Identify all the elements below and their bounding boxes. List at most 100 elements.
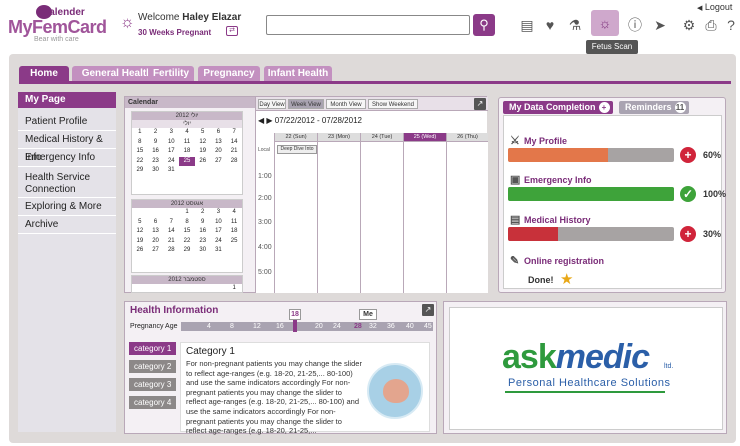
- print-icon[interactable]: ⎙: [702, 16, 720, 34]
- sidebar-item-archive[interactable]: Archive: [18, 216, 116, 234]
- calendar-day[interactable]: 16: [195, 227, 211, 237]
- day-column[interactable]: 22 (Sun): [274, 133, 317, 293]
- calendar-day[interactable]: 17: [163, 147, 179, 157]
- calendar-day[interactable]: 3: [163, 128, 179, 138]
- switch-user-icon[interactable]: ⇄: [226, 26, 238, 36]
- calendar-day[interactable]: 11: [179, 138, 195, 148]
- heart-icon[interactable]: ♥: [541, 16, 559, 34]
- calendar-day[interactable]: 22: [132, 157, 148, 167]
- online-registration-item[interactable]: ✎ Online registration: [510, 254, 604, 267]
- category-3-button[interactable]: category 3: [129, 378, 176, 391]
- calendar-day[interactable]: 27: [148, 246, 164, 256]
- mini-month-grid[interactable]: 1 2 3 4 5 6 7 8 9 10 11 12 13 14 15 16 17 18 19 20 21 22 23 24 2…: [132, 208, 242, 256]
- calendar-day[interactable]: 13: [148, 227, 164, 237]
- pregnancy-age-slider[interactable]: 4 8 12 16 20 24 28 32 36 40 45 18 Me: [181, 309, 433, 332]
- calendar-day[interactable]: 27: [211, 157, 227, 167]
- calendar-day[interactable]: 9: [148, 138, 164, 148]
- day-column[interactable]: 26 (Thu): [446, 133, 488, 293]
- day-column[interactable]: 23 (Mon): [317, 133, 360, 293]
- calendar-day[interactable]: 11: [226, 218, 242, 228]
- calendar-day[interactable]: 23: [148, 157, 164, 167]
- document-icon[interactable]: ▤: [518, 16, 536, 34]
- calendar-day[interactable]: 26: [132, 246, 148, 256]
- calendar-day[interactable]: 25: [226, 237, 242, 247]
- mini-month-header[interactable]: 2012 יולי: [132, 112, 242, 120]
- calendar-day[interactable]: 24: [211, 237, 227, 247]
- tab-fertility[interactable]: Fertility: [148, 66, 194, 82]
- calendar-day[interactable]: 14: [163, 227, 179, 237]
- alert-icon[interactable]: ⓘ: [626, 16, 644, 34]
- calendar-event[interactable]: Deep Dive Into: [277, 145, 317, 154]
- calendar-day[interactable]: 7: [226, 128, 242, 138]
- calendar-day[interactable]: 1: [132, 128, 148, 138]
- calendar-day[interactable]: 8: [132, 138, 148, 148]
- day-column-today[interactable]: 25 (Wed): [403, 133, 446, 293]
- calendar-day[interactable]: 12: [132, 227, 148, 237]
- day-view-button[interactable]: Day View: [258, 99, 286, 109]
- profile-item[interactable]: ⚔ My Profile: [510, 134, 567, 147]
- calendar-day[interactable]: 10: [211, 218, 227, 228]
- calendar-day[interactable]: 10: [163, 138, 179, 148]
- pill-icon[interactable]: ➤: [651, 16, 669, 34]
- calendar-day[interactable]: 21: [226, 147, 242, 157]
- calendar-day[interactable]: 2: [148, 128, 164, 138]
- calendar-day[interactable]: 17: [211, 227, 227, 237]
- ultrasound-icon[interactable]: ☼: [591, 10, 619, 36]
- expand-health-info-icon[interactable]: ↗: [422, 304, 434, 316]
- calendar-day[interactable]: 28: [163, 246, 179, 256]
- day-column[interactable]: 24 (Tue): [360, 133, 403, 293]
- calendar-day[interactable]: 29: [132, 166, 148, 176]
- flask-icon[interactable]: ⚗: [566, 16, 584, 34]
- mini-month-grid[interactable]: 1 2 3 4 5 6 7 8 9 10 11 12 13 14 15 16 17 18 19 20 21 22 23 24 2…: [132, 128, 242, 176]
- help-icon[interactable]: ?: [722, 16, 740, 34]
- logout-link[interactable]: ◀ Logout: [697, 2, 732, 12]
- mini-month-grid[interactable]: 12345678: [132, 284, 242, 292]
- calendar-day[interactable]: 14: [226, 138, 242, 148]
- slider-thumb[interactable]: [293, 320, 297, 332]
- calendar-day[interactable]: 1: [179, 208, 195, 218]
- calendar-day[interactable]: 19: [132, 237, 148, 247]
- calendar-day[interactable]: 19: [195, 147, 211, 157]
- app-logo[interactable]: Calender MyFemCard Bear with care: [6, 5, 107, 45]
- sidebar-item-exploring[interactable]: Exploring & More: [18, 198, 116, 216]
- calendar-day[interactable]: 1: [226, 284, 242, 292]
- ad-banner[interactable]: askmedic ltd. Personal Healthcare Soluti…: [449, 307, 723, 430]
- slider-handle[interactable]: 18: [289, 309, 301, 320]
- sidebar-item-emergency-info[interactable]: Emergency Info: [18, 149, 116, 167]
- tab-data-completion[interactable]: My Data Completion +: [503, 101, 613, 114]
- calendar-day[interactable]: 24: [163, 157, 179, 167]
- category-2-button[interactable]: category 2: [129, 360, 176, 373]
- calendar-day[interactable]: 26: [195, 157, 211, 167]
- calendar-day[interactable]: 5: [132, 218, 148, 228]
- calendar-day[interactable]: 30: [148, 166, 164, 176]
- tab-pregnancy[interactable]: Pregnancy: [198, 66, 260, 82]
- calendar-day[interactable]: 18: [179, 147, 195, 157]
- tab-reminders[interactable]: Reminders 11: [619, 101, 689, 114]
- calendar-day[interactable]: 21: [163, 237, 179, 247]
- category-4-button[interactable]: category 4: [129, 396, 176, 409]
- calendar-day[interactable]: 31: [211, 246, 227, 256]
- month-view-button[interactable]: Month View: [326, 99, 366, 109]
- calendar-day[interactable]: 3: [211, 208, 227, 218]
- calendar-day[interactable]: 6: [148, 218, 164, 228]
- calendar-day[interactable]: 28: [226, 157, 242, 167]
- expand-calendar-icon[interactable]: ↗: [474, 98, 486, 110]
- gear-icon[interactable]: ⚙: [680, 16, 698, 34]
- category-1-button[interactable]: category 1: [129, 342, 176, 355]
- search-input[interactable]: [266, 15, 470, 35]
- sidebar-item-patient-profile[interactable]: Patient Profile: [18, 113, 116, 131]
- calendar-day[interactable]: 15: [179, 227, 195, 237]
- calendar-day[interactable]: 18: [226, 227, 242, 237]
- calendar-day[interactable]: 4: [179, 128, 195, 138]
- calendar-day[interactable]: 5: [195, 128, 211, 138]
- show-weekend-toggle[interactable]: Show Weekend: [368, 99, 418, 109]
- week-view-button[interactable]: Week View: [288, 99, 324, 109]
- calendar-day[interactable]: 22: [179, 237, 195, 247]
- next-week-icon[interactable]: ▶: [266, 116, 272, 125]
- calendar-day[interactable]: 31: [163, 166, 179, 176]
- emergency-item[interactable]: ▣ Emergency Info: [510, 173, 592, 186]
- calendar-day[interactable]: 2: [195, 208, 211, 218]
- sidebar-item-health-service[interactable]: Health Service Connection: [18, 170, 116, 198]
- calendar-day[interactable]: 12: [195, 138, 211, 148]
- calendar-day[interactable]: 15: [132, 147, 148, 157]
